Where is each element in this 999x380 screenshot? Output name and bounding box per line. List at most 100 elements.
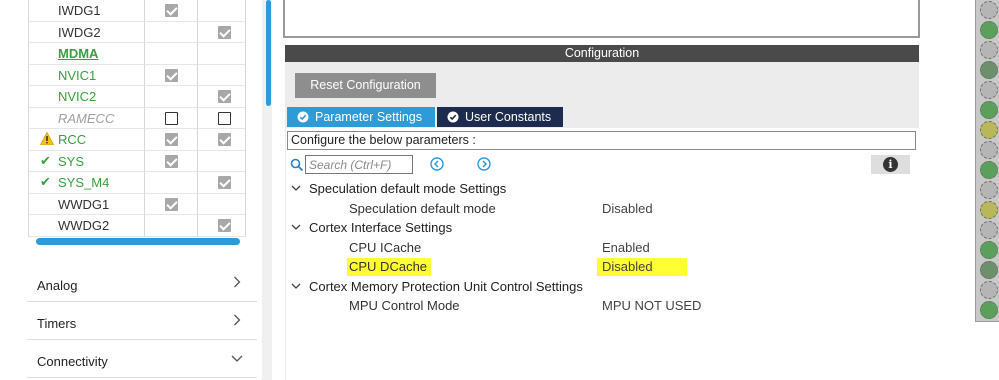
peripheral-row[interactable]: WWDG2: [28, 215, 246, 237]
mode-cell: [144, 64, 197, 86]
peripheral-label: NVIC2: [58, 89, 97, 104]
parameter-value[interactable]: MPU NOT USED: [602, 298, 701, 313]
tab-label: User Constants: [465, 110, 552, 124]
pin-marker[interactable]: [980, 181, 998, 199]
peripheral-label: NVIC1: [58, 67, 97, 83]
mode-checkbox[interactable]: [218, 90, 231, 103]
pin-marker[interactable]: [980, 101, 998, 119]
pin-marker[interactable]: [980, 261, 998, 279]
chevron-down-icon[interactable]: [291, 281, 301, 291]
circle-chevron-left-icon[interactable]: [430, 157, 444, 171]
peripheral-name-cell[interactable]: IWDG1: [28, 0, 144, 22]
peripheral-name-cell[interactable]: IWDG2: [28, 21, 144, 43]
peripheral-name-cell[interactable]: RCC: [28, 129, 144, 151]
mode-cell: [144, 129, 197, 151]
mode-checkbox[interactable]: [218, 219, 231, 232]
peripheral-row[interactable]: IWDG2: [28, 21, 246, 43]
circle-check-icon: [297, 111, 309, 123]
pin-marker[interactable]: [980, 201, 998, 219]
circle-chevron-right-icon[interactable]: [477, 157, 491, 171]
pin-marker[interactable]: [980, 121, 998, 139]
peripheral-row[interactable]: RAMECC: [28, 107, 246, 129]
mode-checkbox[interactable]: [165, 111, 178, 125]
pin-marker[interactable]: [980, 41, 998, 59]
peripheral-row[interactable]: NVIC1: [28, 64, 246, 86]
peripheral-name-cell[interactable]: ✔ SYS_M4: [28, 172, 144, 194]
peripheral-label: RCC: [58, 132, 87, 147]
mode-checkbox[interactable]: [165, 68, 178, 82]
parameter-value[interactable]: Enabled: [602, 240, 650, 255]
mode-cell: [197, 107, 246, 129]
peripheral-label: IWDG2: [58, 24, 101, 40]
parameter-row[interactable]: MPU Control Mode MPU NOT USED: [286, 296, 919, 316]
peripheral-name-cell[interactable]: NVIC1: [28, 64, 144, 86]
mode-cell: [197, 86, 246, 108]
parameter-value[interactable]: Disabled: [597, 258, 687, 276]
mode-checkbox[interactable]: [165, 154, 178, 168]
mode-cell: [197, 0, 246, 22]
pinout-view-edge: [975, 0, 999, 322]
chevron-right-icon: [234, 276, 241, 288]
mode-cell: [197, 64, 246, 86]
peripheral-label: MDMA: [58, 46, 99, 61]
tab-user-constants[interactable]: User Constants: [437, 107, 563, 127]
mode-cell: [197, 129, 246, 151]
peripheral-name-cell[interactable]: WWDG1: [28, 193, 144, 215]
pin-marker[interactable]: [980, 221, 998, 239]
peripheral-name-cell[interactable]: NVIC2: [28, 86, 144, 108]
chevron-down-icon[interactable]: [291, 222, 301, 232]
mode-checkbox[interactable]: [218, 176, 231, 189]
peripheral-label: SYS: [58, 153, 85, 169]
pin-marker[interactable]: [980, 1, 998, 19]
horizontal-scrollbar[interactable]: [36, 238, 240, 245]
peripheral-label: WWDG2: [58, 218, 110, 233]
parameter-value[interactable]: Disabled: [602, 201, 653, 216]
parameter-row[interactable]: Speculation default mode Disabled: [286, 199, 919, 219]
mode-checkbox[interactable]: [218, 25, 231, 39]
mode-checkbox[interactable]: [165, 197, 178, 211]
parameter-row[interactable]: CPU ICache Enabled: [286, 238, 919, 258]
vertical-scrollbar[interactable]: [266, 0, 271, 106]
chevron-down-icon[interactable]: [291, 183, 301, 193]
peripheral-label: SYS_M4: [58, 175, 110, 190]
peripheral-row[interactable]: MDMA: [28, 43, 246, 65]
category-timers[interactable]: Timers: [27, 304, 257, 340]
pin-marker[interactable]: [980, 81, 998, 99]
peripheral-row[interactable]: WWDG1: [28, 193, 246, 215]
mode-cell: [144, 172, 197, 194]
pin-marker[interactable]: [980, 161, 998, 179]
peripheral-name-cell[interactable]: MDMA: [28, 43, 144, 65]
parameter-name: CPU DCache: [347, 258, 432, 276]
peripheral-name-cell[interactable]: WWDG2: [28, 215, 144, 237]
category-analog[interactable]: Analog: [27, 266, 257, 302]
peripheral-row[interactable]: RCC: [28, 129, 246, 151]
mode-checkbox[interactable]: [165, 133, 178, 146]
peripheral-name-cell[interactable]: ✔ SYS: [28, 150, 144, 172]
peripheral-row[interactable]: NVIC2: [28, 86, 246, 108]
warning-triangle-icon: [40, 132, 54, 146]
mode-cell: [144, 43, 197, 65]
mode-checkbox[interactable]: [165, 4, 178, 17]
pin-marker[interactable]: [980, 301, 998, 319]
mode-checkbox[interactable]: [218, 133, 231, 146]
info-button[interactable]: i: [871, 155, 910, 174]
mode-cell: [144, 107, 197, 129]
parameter-row[interactable]: CPU DCache Disabled: [286, 257, 919, 277]
pin-marker[interactable]: [980, 141, 998, 159]
search-input[interactable]: [305, 155, 413, 174]
peripheral-row[interactable]: ✔ SYS_M4: [28, 172, 246, 194]
mode-checkbox[interactable]: [218, 111, 231, 125]
pin-marker[interactable]: [980, 61, 998, 79]
parameter-name: MPU Control Mode: [349, 298, 460, 313]
peripheral-row[interactable]: ✔ SYS: [28, 150, 246, 172]
peripheral-name-cell[interactable]: RAMECC: [28, 107, 144, 129]
pin-marker[interactable]: [980, 241, 998, 259]
tab-parameter-settings[interactable]: Parameter Settings: [287, 107, 435, 127]
peripheral-row[interactable]: IWDG1: [28, 0, 246, 22]
mode-cell: [144, 0, 197, 22]
category-connectivity[interactable]: Connectivity: [27, 342, 257, 378]
pin-marker[interactable]: [980, 281, 998, 299]
reset-configuration-button[interactable]: Reset Configuration: [295, 73, 436, 98]
mode-cell: [197, 193, 246, 215]
pin-marker[interactable]: [980, 21, 998, 39]
